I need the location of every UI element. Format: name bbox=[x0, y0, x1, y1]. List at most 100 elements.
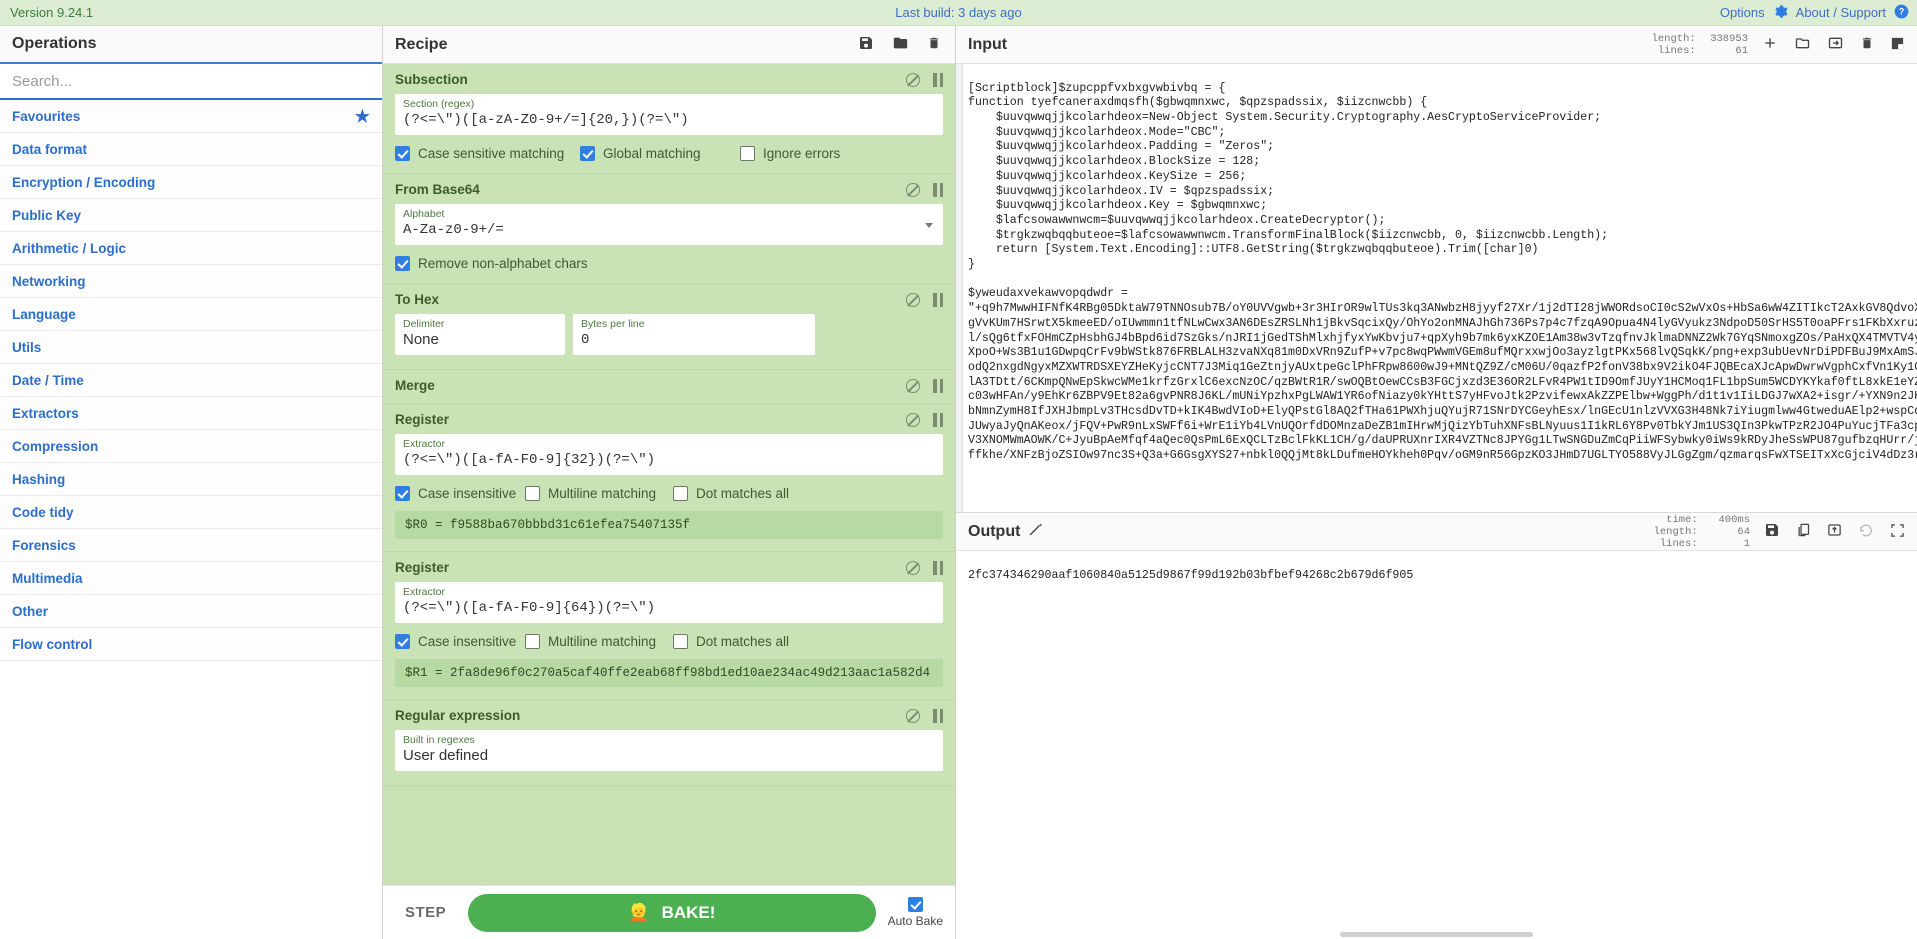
sidebar-item-favourites[interactable]: Favourites ★ bbox=[0, 100, 382, 133]
input-editor[interactable]: [Scriptblock]$zupcppfvxbxgvwbivbq = { fu… bbox=[956, 64, 1917, 513]
disable-icon[interactable] bbox=[906, 182, 920, 197]
sidebar-item-language[interactable]: Language bbox=[0, 298, 382, 331]
auto-bake-toggle[interactable]: Auto Bake bbox=[888, 897, 943, 928]
plus-icon[interactable] bbox=[1762, 35, 1778, 54]
pause-icon[interactable] bbox=[933, 292, 943, 307]
checkbox-box[interactable] bbox=[673, 634, 688, 649]
checkbox-case-insensitive[interactable]: Case insensitive bbox=[395, 634, 525, 649]
disable-icon[interactable] bbox=[906, 560, 920, 575]
trash-icon[interactable] bbox=[1860, 35, 1874, 54]
sidebar-item-public-key[interactable]: Public Key bbox=[0, 199, 382, 232]
folder-icon[interactable] bbox=[1794, 35, 1811, 54]
magic-wand-icon[interactable] bbox=[1028, 522, 1044, 542]
copy-icon[interactable] bbox=[1796, 522, 1811, 541]
sidebar-item-extractors[interactable]: Extractors bbox=[0, 397, 382, 430]
sidebar-item-data-format[interactable]: Data format bbox=[0, 133, 382, 166]
field-value[interactable]: 0 bbox=[581, 331, 807, 349]
recipe-op-to-hex[interactable]: To Hex Delimiter None Bytes per line 0 bbox=[383, 284, 955, 370]
bytes-per-line-field[interactable]: Bytes per line 0 bbox=[573, 314, 815, 355]
checkbox-box[interactable] bbox=[673, 486, 688, 501]
sidebar-item-encryption-encoding[interactable]: Encryption / Encoding bbox=[0, 166, 382, 199]
sidebar-item-date-time[interactable]: Date / Time bbox=[0, 364, 382, 397]
sidebar-item-code-tidy[interactable]: Code tidy bbox=[0, 496, 382, 529]
checkbox-multiline-matching[interactable]: Multiline matching bbox=[525, 486, 673, 501]
checkbox-box[interactable] bbox=[395, 256, 410, 271]
open-file-icon[interactable] bbox=[1827, 35, 1844, 54]
checkbox-box[interactable] bbox=[740, 146, 755, 161]
field-value[interactable]: (?<=\")([a-zA-Z0-9+/=]{20,})(?=\") bbox=[403, 111, 935, 129]
pause-icon[interactable] bbox=[933, 378, 943, 393]
sidebar-item-flow-control[interactable]: Flow control bbox=[0, 628, 382, 661]
last-build-label[interactable]: Last build: 3 days ago bbox=[0, 5, 1917, 20]
disable-icon[interactable] bbox=[906, 708, 920, 723]
sidebar-item-compression[interactable]: Compression bbox=[0, 430, 382, 463]
save-icon[interactable] bbox=[858, 35, 874, 54]
maximise-icon[interactable] bbox=[1890, 523, 1905, 541]
pause-icon[interactable] bbox=[933, 708, 943, 723]
disable-icon[interactable] bbox=[906, 292, 920, 307]
star-icon[interactable]: ★ bbox=[355, 108, 370, 125]
sidebar-item-forensics[interactable]: Forensics bbox=[0, 529, 382, 562]
disable-icon[interactable] bbox=[906, 72, 920, 87]
options-link[interactable]: Options bbox=[1720, 5, 1765, 20]
question-circle-icon[interactable]: ? bbox=[1894, 4, 1909, 22]
sidebar-item-utils[interactable]: Utils bbox=[0, 331, 382, 364]
sidebar-item-multimedia[interactable]: Multimedia bbox=[0, 562, 382, 595]
maximise-icon[interactable] bbox=[1890, 36, 1905, 54]
checkbox-box[interactable] bbox=[395, 486, 410, 501]
chevron-down-icon[interactable] bbox=[925, 222, 933, 228]
field-value[interactable]: (?<=\")([a-fA-F0-9]{64})(?=\") bbox=[403, 599, 935, 617]
checkbox-ignore-errors[interactable]: Ignore errors bbox=[740, 146, 840, 161]
sidebar-item-other[interactable]: Other bbox=[0, 595, 382, 628]
extractor-field[interactable]: Extractor (?<=\")([a-fA-F0-9]{32})(?=\") bbox=[395, 434, 943, 475]
disable-icon[interactable] bbox=[906, 412, 920, 427]
field-value[interactable]: None bbox=[403, 331, 557, 349]
folder-icon[interactable] bbox=[892, 35, 909, 54]
sidebar-item-networking[interactable]: Networking bbox=[0, 265, 382, 298]
gear-icon[interactable] bbox=[1773, 4, 1788, 22]
field-value[interactable]: A-Za-z0-9+/= bbox=[403, 221, 935, 239]
delimiter-field[interactable]: Delimiter None bbox=[395, 314, 565, 355]
disable-icon[interactable] bbox=[906, 378, 920, 393]
checkbox-box[interactable] bbox=[907, 897, 923, 912]
extractor-field[interactable]: Extractor (?<=\")([a-fA-F0-9]{64})(?=\") bbox=[395, 582, 943, 623]
recipe-op-merge[interactable]: Merge bbox=[383, 370, 955, 404]
checkbox-remove-non-alphabet-chars[interactable]: Remove non-alphabet chars bbox=[395, 256, 588, 271]
builtin-regexes-field[interactable]: Built in regexes User defined bbox=[395, 730, 943, 771]
recipe-op-subsection[interactable]: Subsection Section (regex) (?<=\")([a-zA… bbox=[383, 64, 955, 174]
alphabet-field[interactable]: Alphabet A-Za-z0-9+/= bbox=[395, 204, 943, 245]
recipe-op-register-0[interactable]: Register Extractor (?<=\")([a-fA-F0-9]{3… bbox=[383, 404, 955, 552]
field-value[interactable]: User defined bbox=[403, 747, 935, 765]
checkbox-box[interactable] bbox=[580, 146, 595, 161]
save-icon[interactable] bbox=[1764, 522, 1780, 541]
checkbox-case-insensitive[interactable]: Case insensitive bbox=[395, 486, 525, 501]
sidebar-item-hashing[interactable]: Hashing bbox=[0, 463, 382, 496]
about-support-link[interactable]: About / Support bbox=[1796, 5, 1886, 20]
pause-icon[interactable] bbox=[933, 560, 943, 575]
checkbox-box[interactable] bbox=[525, 634, 540, 649]
checkbox-multiline-matching[interactable]: Multiline matching bbox=[525, 634, 673, 649]
field-value[interactable]: (?<=\")([a-fA-F0-9]{32})(?=\") bbox=[403, 451, 935, 469]
checkbox-dot-matches-all[interactable]: Dot matches all bbox=[673, 486, 789, 501]
recipe-op-regular-expression[interactable]: Regular expression Built in regexes User… bbox=[383, 700, 955, 786]
search-input[interactable] bbox=[0, 64, 382, 100]
pause-icon[interactable] bbox=[933, 412, 943, 427]
checkbox-box[interactable] bbox=[525, 486, 540, 501]
bake-button[interactable]: 👱 BAKE! bbox=[468, 893, 876, 932]
output-text[interactable]: 2fc374346290aaf1060840a5125d9867f99d192b… bbox=[956, 563, 1917, 584]
section-regex-field[interactable]: Section (regex) (?<=\")([a-zA-Z0-9+/=]{2… bbox=[395, 94, 943, 135]
step-button[interactable]: STEP bbox=[395, 898, 456, 927]
pause-icon[interactable] bbox=[933, 182, 943, 197]
checkbox-dot-matches-all[interactable]: Dot matches all bbox=[673, 634, 789, 649]
trash-icon[interactable] bbox=[927, 35, 941, 54]
recipe-op-from-base64[interactable]: From Base64 Alphabet A-Za-z0-9+/= Remove… bbox=[383, 174, 955, 284]
sidebar-item-arithmetic-logic[interactable]: Arithmetic / Logic bbox=[0, 232, 382, 265]
output-editor[interactable]: 2fc374346290aaf1060840a5125d9867f99d192b… bbox=[956, 551, 1917, 939]
pause-icon[interactable] bbox=[933, 72, 943, 87]
checkbox-box[interactable] bbox=[395, 146, 410, 161]
horizontal-scrollbar[interactable] bbox=[1340, 932, 1533, 937]
checkbox-global-matching[interactable]: Global matching bbox=[580, 146, 740, 161]
replace-input-icon[interactable] bbox=[1827, 522, 1842, 541]
checkbox-case-sensitive-matching[interactable]: Case sensitive matching bbox=[395, 146, 580, 161]
recipe-op-register-1[interactable]: Register Extractor (?<=\")([a-fA-F0-9]{6… bbox=[383, 552, 955, 700]
